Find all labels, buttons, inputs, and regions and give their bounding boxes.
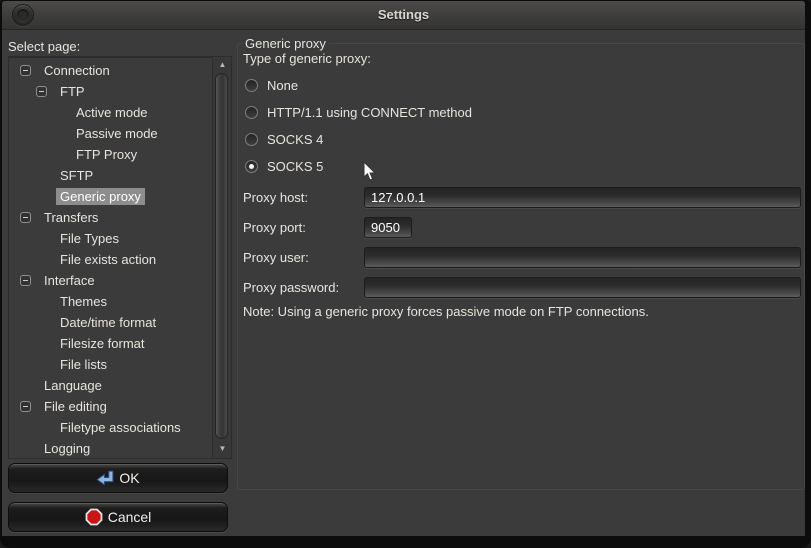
tree-item-label: Active mode xyxy=(72,104,152,121)
cancel-button-label: Cancel xyxy=(108,509,152,525)
tree-item-label: Logging xyxy=(40,440,94,457)
groupbox-title: Generic proxy xyxy=(242,36,329,51)
window-body: Settings Select page: Connection FTP Activ… xyxy=(2,1,805,536)
proxy-fields: Proxy host: Proxy port: Proxy user: Proxy p… xyxy=(243,182,803,302)
proxy-user-input[interactable] xyxy=(364,247,801,268)
tree-collapse-icon[interactable] xyxy=(36,86,47,97)
tree-item-file-lists[interactable]: File lists xyxy=(9,354,212,375)
tree-item-label: Date/time format xyxy=(56,314,160,331)
scrollbar-thumb[interactable] xyxy=(215,73,228,439)
tree-item-label: Language xyxy=(40,377,106,394)
radio-button-icon[interactable] xyxy=(245,79,258,92)
tree-item-label: Interface xyxy=(40,272,99,289)
settings-dialog: Settings Select page: Connection FTP Activ… xyxy=(0,0,811,548)
cancel-button[interactable]: Cancel xyxy=(8,502,228,532)
tree-item-connection[interactable]: Connection xyxy=(9,60,212,81)
proxy-user-label: Proxy user: xyxy=(243,250,364,265)
radio-option-socks-5[interactable]: SOCKS 5 xyxy=(245,153,472,180)
titlebar: Settings xyxy=(2,1,805,30)
field-row-proxy-host: Proxy host: xyxy=(243,182,803,212)
radio-option-http-1-1-using-connect-method[interactable]: HTTP/1.1 using CONNECT method xyxy=(245,99,472,126)
stop-octagon-icon xyxy=(85,508,103,526)
tree-item-label: Filetype associations xyxy=(56,419,185,436)
tree-item-filesize-format[interactable]: Filesize format xyxy=(9,333,212,354)
tree-item-label: FTP xyxy=(56,83,89,100)
field-row-proxy-password: Proxy password: xyxy=(243,272,803,302)
proxy-port-label: Proxy port: xyxy=(243,220,364,235)
tree-item-file-editing[interactable]: File editing xyxy=(9,396,212,417)
tree-collapse-icon[interactable] xyxy=(20,65,31,76)
radio-option-none[interactable]: None xyxy=(245,72,472,99)
tree-item-sftp[interactable]: SFTP xyxy=(9,165,212,186)
radio-button-icon[interactable] xyxy=(245,133,258,146)
tree-item-label: File lists xyxy=(56,356,111,373)
ok-button-label: OK xyxy=(119,470,139,486)
settings-page-tree: Connection FTP Active mode Passive mode FTP … xyxy=(8,56,232,459)
tree-item-ftp[interactable]: FTP xyxy=(9,81,212,102)
tree-collapse-icon[interactable] xyxy=(20,275,31,286)
tree-collapse-icon[interactable] xyxy=(20,212,31,223)
tree-item-label: Transfers xyxy=(40,209,102,226)
tree-item-label: File exists action xyxy=(56,251,160,268)
scroll-down-icon[interactable]: ▼ xyxy=(213,443,232,455)
radio-button-icon[interactable] xyxy=(245,106,258,119)
tree-scrollbar[interactable]: ▲ ▼ xyxy=(212,57,231,458)
tree-rows: Connection FTP Active mode Passive mode FTP … xyxy=(9,60,212,458)
tree-item-label: FTP Proxy xyxy=(72,146,141,163)
tree-item-label: Filesize format xyxy=(56,335,149,352)
proxy-host-input[interactable] xyxy=(364,187,801,208)
tree-item-filetype-associations[interactable]: Filetype associations xyxy=(9,417,212,438)
radio-option-label: SOCKS 5 xyxy=(267,159,323,174)
proxy-password-input[interactable] xyxy=(364,277,801,298)
tree-item-logging[interactable]: Logging xyxy=(9,438,212,458)
ok-button[interactable]: OK xyxy=(8,463,228,493)
tree-item-passive-mode[interactable]: Passive mode xyxy=(9,123,212,144)
tree-item-date-time-format[interactable]: Date/time format xyxy=(9,312,212,333)
proxy-note: Note: Using a generic proxy forces passi… xyxy=(243,304,649,319)
tree-item-interface[interactable]: Interface xyxy=(9,270,212,291)
tree-item-label: Themes xyxy=(56,293,111,310)
field-row-proxy-port: Proxy port: xyxy=(243,212,803,242)
proxy-port-input[interactable] xyxy=(364,217,412,238)
tree-item-generic-proxy[interactable]: Generic proxy xyxy=(9,186,212,207)
tree-item-label: Connection xyxy=(40,62,114,79)
radio-option-label: HTTP/1.1 using CONNECT method xyxy=(267,105,472,120)
radio-option-label: SOCKS 4 xyxy=(267,132,323,147)
tree-item-ftp-proxy[interactable]: FTP Proxy xyxy=(9,144,212,165)
scroll-up-icon[interactable]: ▲ xyxy=(213,59,232,71)
tree-item-label: SFTP xyxy=(56,167,97,184)
field-row-proxy-user: Proxy user: xyxy=(243,242,803,272)
proxy-host-label: Proxy host: xyxy=(243,190,364,205)
tree-item-transfers[interactable]: Transfers xyxy=(9,207,212,228)
tree-item-label: File editing xyxy=(40,398,111,415)
enter-return-arrow-icon xyxy=(96,470,114,486)
tree-item-active-mode[interactable]: Active mode xyxy=(9,102,212,123)
radio-button-icon[interactable] xyxy=(245,160,258,173)
radio-option-label: None xyxy=(267,78,298,93)
tree-item-label: File Types xyxy=(56,230,123,247)
tree-item-language[interactable]: Language xyxy=(9,375,212,396)
tree-item-file-types[interactable]: File Types xyxy=(9,228,212,249)
proxy-password-label: Proxy password: xyxy=(243,280,364,295)
tree-item-label: Passive mode xyxy=(72,125,162,142)
tree-item-file-exists-action[interactable]: File exists action xyxy=(9,249,212,270)
select-page-label: Select page: xyxy=(8,39,80,54)
window-title: Settings xyxy=(2,7,805,22)
radio-option-socks-4[interactable]: SOCKS 4 xyxy=(245,126,472,153)
proxy-type-radio-group: None HTTP/1.1 using CONNECT method SOCKS 4… xyxy=(245,72,472,180)
tree-collapse-icon[interactable] xyxy=(20,401,31,412)
tree-item-themes[interactable]: Themes xyxy=(9,291,212,312)
tree-item-label: Generic proxy xyxy=(56,188,145,205)
proxy-type-label: Type of generic proxy: xyxy=(243,51,371,66)
